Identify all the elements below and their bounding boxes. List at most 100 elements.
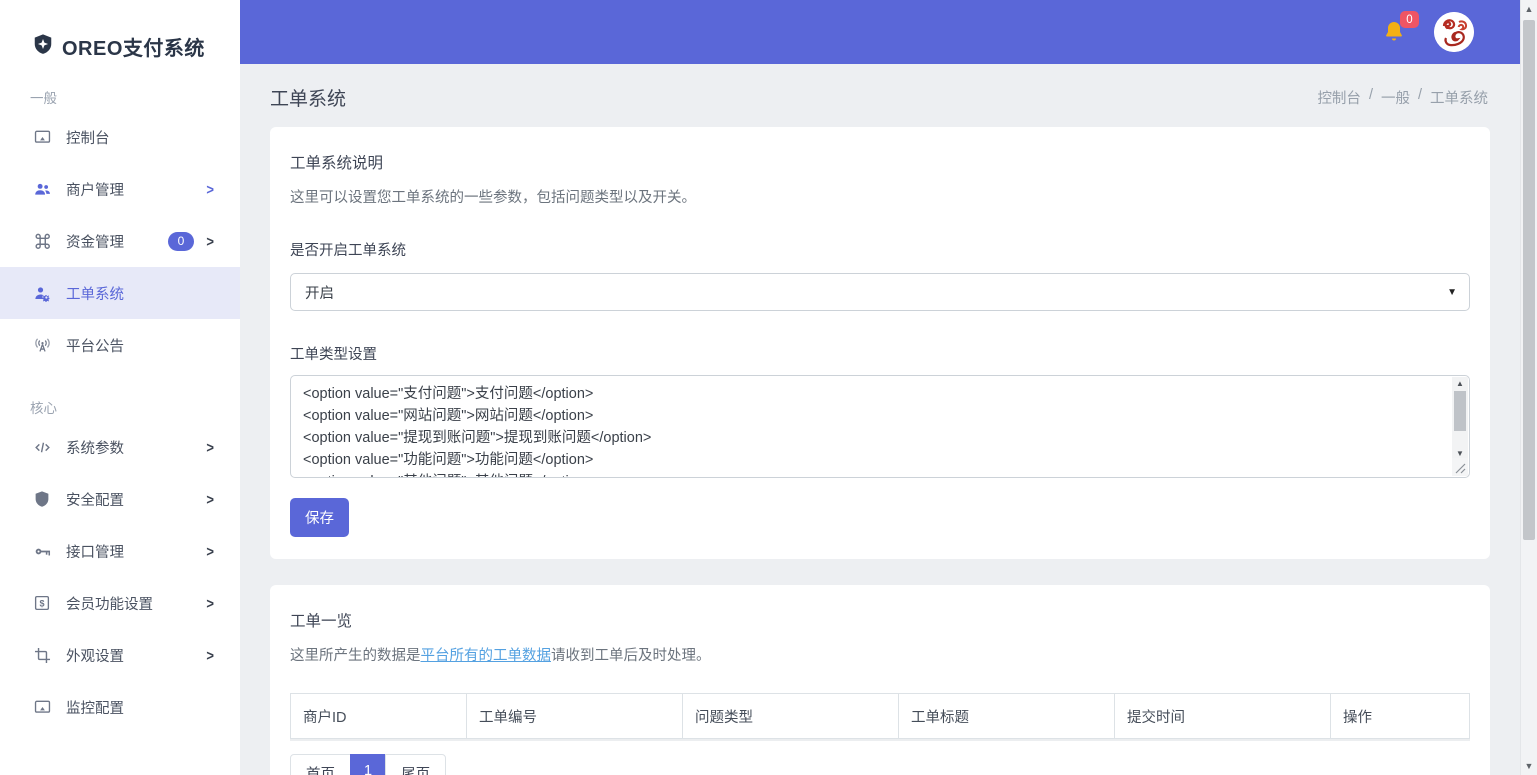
main-content: 工单系统 控制台 / 一般 / 工单系统 工单系统说明 这里可以设置您工单系统的… [240, 64, 1520, 775]
sidebar-item-console[interactable]: 控制台 [0, 111, 240, 163]
funds-count-badge: 0 [168, 232, 194, 251]
chevron-right-icon: > [206, 542, 214, 559]
sidebar-item-label: 工单系统 [66, 283, 124, 304]
sidebar-item-funds[interactable]: 资金管理 0 > [0, 215, 240, 267]
sidebar-item-announcements[interactable]: 平台公告 [0, 319, 240, 371]
command-icon [32, 231, 52, 251]
user-avatar[interactable] [1434, 12, 1474, 52]
broadcast-icon [32, 335, 52, 355]
sidebar-item-label: 外观设置 [66, 645, 124, 666]
orders-desc-prefix: 这里所产生的数据是 [290, 648, 421, 664]
ticket-list-card: 工单一览 这里所产生的数据是平台所有的工单数据请收到工单后及时处理。 商户ID … [270, 585, 1490, 775]
chevron-right-icon: > [206, 594, 214, 611]
ticket-types-textarea[interactable]: <option value="支付问题">支付问题</option> <opti… [290, 375, 1470, 478]
sidebar: OREO支付系统 一般 控制台 商户管理 > 资金管理 0 > 工单系统 平台公… [0, 0, 240, 775]
ticket-toggle-select[interactable]: 开启 ▼ [290, 273, 1470, 311]
sidebar-item-member-functions[interactable]: $ 会员功能设置 > [0, 577, 240, 629]
app-title: OREO支付系统 [62, 32, 205, 61]
code-icon [32, 437, 52, 457]
breadcrumb-console[interactable]: 控制台 [1317, 87, 1361, 108]
tickets-table-header: 商户ID 工单编号 问题类型 工单标题 提交时间 操作 [290, 693, 1470, 741]
chevron-right-icon: > [206, 646, 214, 663]
chevron-right-icon: > [206, 232, 214, 249]
column-header-merchant-id: 商户ID [290, 693, 466, 739]
scroll-up-arrow-icon[interactable]: ▲ [1452, 379, 1468, 388]
users-icon [32, 179, 52, 199]
sidebar-item-merchants[interactable]: 商户管理 > [0, 163, 240, 215]
crop-frame-icon [32, 645, 52, 665]
ticket-toggle-selected-value: 开启 [305, 282, 334, 303]
key-icon [32, 541, 52, 561]
resize-grip-icon[interactable] [1452, 458, 1468, 476]
all-tickets-link[interactable]: 平台所有的工单数据 [421, 648, 552, 664]
breadcrumb-current: 工单系统 [1430, 87, 1488, 108]
sidebar-item-label: 商户管理 [66, 179, 124, 200]
orders-desc-suffix: 请收到工单后及时处理。 [551, 648, 711, 664]
settings-card-description: 这里可以设置您工单系统的一些参数，包括问题类型以及开关。 [290, 186, 1470, 207]
textarea-scrollbar-thumb[interactable] [1454, 391, 1466, 431]
dollar-square-icon: $ [32, 593, 52, 613]
sidebar-item-label: 会员功能设置 [66, 593, 153, 614]
scroll-down-arrow-icon[interactable]: ▼ [1521, 761, 1537, 771]
sidebar-item-system-params[interactable]: 系统参数 > [0, 421, 240, 473]
bell-icon [1382, 30, 1406, 47]
topbar: 0 [240, 0, 1520, 64]
sidebar-section-general: 一般 [0, 61, 240, 111]
pagination-page-1-button[interactable]: 1 [350, 754, 386, 775]
settings-card-title: 工单系统说明 [290, 151, 1470, 173]
chevron-right-icon: > [206, 180, 214, 197]
column-header-issue-type: 问题类型 [682, 693, 898, 739]
scroll-up-arrow-icon[interactable]: ▲ [1521, 4, 1537, 14]
breadcrumb: 控制台 / 一般 / 工单系统 [1317, 87, 1488, 108]
notifications-button[interactable]: 0 [1382, 19, 1408, 45]
monitor-icon [32, 697, 52, 717]
sidebar-item-security[interactable]: 安全配置 > [0, 473, 240, 525]
breadcrumb-general[interactable]: 一般 [1381, 87, 1410, 108]
column-header-submit-time: 提交时间 [1114, 693, 1330, 739]
pagination-last-button[interactable]: 尾页 [385, 754, 446, 775]
column-header-actions: 操作 [1330, 693, 1470, 739]
select-caret-icon: ▼ [1447, 287, 1457, 298]
ticket-settings-card: 工单系统说明 这里可以设置您工单系统的一些参数，包括问题类型以及开关。 是否开启… [270, 127, 1490, 559]
chevron-right-icon: > [206, 490, 214, 507]
shield-star-icon [32, 33, 54, 60]
shield-icon [32, 489, 52, 509]
column-header-ticket-number: 工单编号 [466, 693, 682, 739]
sidebar-item-label: 监控配置 [66, 697, 124, 718]
svg-text:$: $ [39, 598, 44, 608]
sidebar-item-appearance[interactable]: 外观设置 > [0, 629, 240, 681]
page-title: 工单系统 [270, 84, 346, 111]
sidebar-item-label: 控制台 [66, 127, 110, 148]
column-header-ticket-title: 工单标题 [898, 693, 1114, 739]
sidebar-item-label: 平台公告 [66, 335, 124, 356]
orders-card-description: 这里所产生的数据是平台所有的工单数据请收到工单后及时处理。 [290, 644, 1470, 665]
sidebar-item-api[interactable]: 接口管理 > [0, 525, 240, 577]
breadcrumb-separator: / [1418, 87, 1422, 108]
app-logo[interactable]: OREO支付系统 [0, 0, 240, 61]
sidebar-item-label: 系统参数 [66, 437, 124, 458]
orders-card-title: 工单一览 [290, 609, 1470, 631]
notification-count-badge: 0 [1400, 11, 1419, 28]
save-button[interactable]: 保存 [290, 498, 349, 537]
sidebar-item-monitoring[interactable]: 监控配置 [0, 681, 240, 733]
avatar-art [1434, 12, 1474, 52]
chevron-right-icon: > [206, 438, 214, 455]
sidebar-item-label: 资金管理 [66, 231, 124, 252]
sidebar-item-label: 安全配置 [66, 489, 124, 510]
sidebar-section-core: 核心 [0, 371, 240, 421]
scroll-down-arrow-icon[interactable]: ▼ [1452, 449, 1468, 458]
ticket-toggle-label: 是否开启工单系统 [290, 239, 1470, 260]
page-scrollbar-thumb[interactable] [1523, 20, 1535, 540]
breadcrumb-separator: / [1369, 87, 1373, 108]
ticket-types-value: <option value="支付问题">支付问题</option> <opti… [291, 376, 1452, 477]
monitor-icon [32, 127, 52, 147]
user-gear-icon [32, 283, 52, 303]
textarea-scrollbar[interactable]: ▲ ▼ [1452, 377, 1468, 460]
ticket-types-label: 工单类型设置 [290, 343, 1470, 364]
page-scrollbar[interactable]: ▲ ▼ [1520, 0, 1537, 775]
pagination-first-button[interactable]: 首页 [290, 754, 351, 775]
sidebar-item-label: 接口管理 [66, 541, 124, 562]
sidebar-item-tickets[interactable]: 工单系统 [0, 267, 240, 319]
pagination: 首页 1 尾页 [290, 754, 1470, 775]
page-header: 工单系统 控制台 / 一般 / 工单系统 [270, 64, 1490, 127]
